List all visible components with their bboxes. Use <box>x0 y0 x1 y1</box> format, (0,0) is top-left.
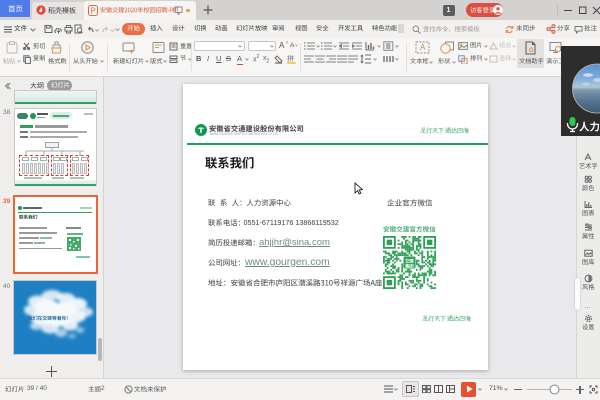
svg-text:P: P <box>90 7 95 16</box>
